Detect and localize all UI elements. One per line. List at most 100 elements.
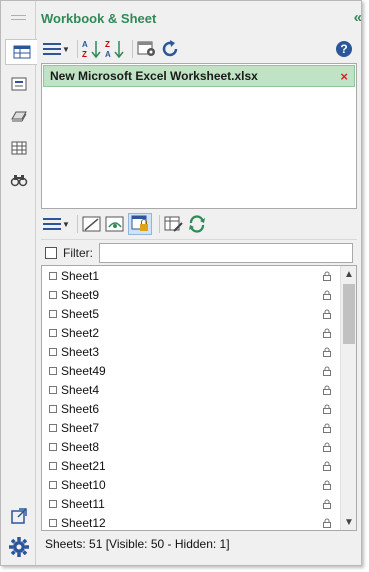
sheet-name: Sheet6 xyxy=(61,401,100,416)
lock-icon[interactable] xyxy=(322,403,332,417)
sheet-row[interactable]: Sheet12 xyxy=(42,513,338,530)
edit-sheet-button[interactable] xyxy=(164,213,184,235)
sheet-visibility-checkbox[interactable] xyxy=(49,347,57,356)
sheet-name: Sheet3 xyxy=(61,344,100,359)
lock-icon[interactable] xyxy=(322,308,332,322)
sheet-row[interactable]: Sheet3 xyxy=(42,342,338,361)
lock-icon[interactable] xyxy=(322,460,332,474)
workbook-sheet-icon[interactable] xyxy=(5,39,37,65)
sheet-name: Sheet5 xyxy=(61,306,100,321)
sheet-visibility-checkbox[interactable] xyxy=(49,290,57,299)
find-replace-icon[interactable] xyxy=(5,167,32,193)
close-workbook-button[interactable]: × xyxy=(340,69,348,84)
refresh-sheets-button[interactable] xyxy=(187,213,207,235)
protect-sheet-button[interactable] xyxy=(127,213,152,235)
lock-icon[interactable] xyxy=(322,289,332,303)
refresh-icon xyxy=(162,40,178,57)
sheet-visibility-checkbox[interactable] xyxy=(49,480,57,489)
sheet-row[interactable]: Sheet6 xyxy=(42,399,338,418)
hide-sheet-icon xyxy=(82,216,101,232)
undock-icon[interactable] xyxy=(5,503,32,529)
sheet-name: Sheet2 xyxy=(61,325,100,340)
sheet-row[interactable]: Sheet10 xyxy=(42,475,338,494)
show-hidden-button[interactable] xyxy=(105,213,125,235)
help-button[interactable]: ? xyxy=(335,38,353,60)
lock-icon[interactable] xyxy=(322,327,332,341)
side-tab-strip xyxy=(1,1,37,565)
list-view-icon xyxy=(43,218,61,230)
settings-gear-icon[interactable] xyxy=(5,534,32,560)
sheet-visibility-checkbox[interactable] xyxy=(49,499,57,508)
lock-icon[interactable] xyxy=(322,498,332,512)
refresh-icon xyxy=(188,215,205,233)
workbook-row[interactable]: New Microsoft Excel Worksheet.xlsx × xyxy=(43,65,355,87)
hide-sheet-button[interactable] xyxy=(82,213,102,235)
workbook-name: New Microsoft Excel Worksheet.xlsx xyxy=(50,69,258,83)
sheet-row[interactable]: Sheet1 xyxy=(42,266,338,285)
toolbar-divider xyxy=(76,40,78,58)
pane-grip[interactable] xyxy=(11,15,26,20)
sheet-list-view-button[interactable]: ▼ xyxy=(43,213,70,235)
lock-icon[interactable] xyxy=(322,441,332,455)
sheet-row[interactable]: Sheet49 xyxy=(42,361,338,380)
refresh-button[interactable] xyxy=(160,38,180,60)
settings-button[interactable] xyxy=(137,38,157,60)
sheet-visibility-checkbox[interactable] xyxy=(49,328,57,337)
toolbar-divider xyxy=(76,215,78,233)
sheet-visibility-checkbox[interactable] xyxy=(49,404,57,413)
sheet-row[interactable]: Sheet8 xyxy=(42,437,338,456)
lock-icon[interactable] xyxy=(322,270,332,284)
sheet-row[interactable]: Sheet21 xyxy=(42,456,338,475)
svg-text:A: A xyxy=(82,40,88,49)
autotext-icon[interactable] xyxy=(5,71,32,97)
sheet-visibility-checkbox[interactable] xyxy=(49,271,57,280)
sheet-toolbar: ▼ xyxy=(37,211,361,237)
collapse-pane-button[interactable]: « xyxy=(354,9,363,26)
lock-icon[interactable] xyxy=(322,479,332,493)
scroll-down-arrow-icon[interactable]: ▼ xyxy=(341,514,356,530)
toolbar-divider xyxy=(131,40,133,58)
filter-checkbox[interactable] xyxy=(45,246,57,259)
sheet-row[interactable]: Sheet4 xyxy=(42,380,338,399)
sheet-visibility-checkbox[interactable] xyxy=(49,518,57,527)
scrollbar-thumb[interactable] xyxy=(343,284,355,344)
sheet-visibility-checkbox[interactable] xyxy=(49,366,57,375)
sort-descending-icon: ZA xyxy=(105,40,124,59)
name-manager-icon[interactable] xyxy=(5,103,32,129)
sheet-row[interactable]: Sheet11 xyxy=(42,494,338,513)
lock-icon[interactable] xyxy=(322,365,332,379)
sheet-visibility-checkbox[interactable] xyxy=(49,442,57,451)
sort-ascending-icon: AZ xyxy=(82,40,101,59)
sheet-name: Sheet1 xyxy=(61,268,100,283)
sheet-row[interactable]: Sheet5 xyxy=(42,304,338,323)
sheet-name: Sheet12 xyxy=(61,515,106,530)
vertical-scrollbar[interactable]: ▲ ▼ xyxy=(340,266,356,530)
sheet-row[interactable]: Sheet9 xyxy=(42,285,338,304)
sheet-name: Sheet9 xyxy=(61,287,100,302)
sheet-name: Sheet8 xyxy=(61,439,100,454)
sheet-visibility-checkbox[interactable] xyxy=(49,423,57,432)
column-list-icon[interactable] xyxy=(5,135,32,161)
list-view-button[interactable]: ▼ xyxy=(43,38,70,60)
sheet-visibility-checkbox[interactable] xyxy=(49,309,57,318)
pane-title: Workbook & Sheet xyxy=(41,11,157,26)
sort-ascending-button[interactable]: AZ xyxy=(82,38,102,60)
settings-icon xyxy=(137,41,155,56)
sheet-visibility-checkbox[interactable] xyxy=(49,385,57,394)
lock-icon[interactable] xyxy=(322,517,332,530)
show-hidden-icon xyxy=(105,216,124,232)
workbook-sheet-pane: Workbook & Sheet « ▼ AZ ZA ? New Microso… xyxy=(0,0,362,566)
filter-input[interactable] xyxy=(99,242,353,263)
sort-descending-button[interactable]: ZA xyxy=(105,38,125,60)
toolbar-divider xyxy=(158,215,160,233)
svg-text:Z: Z xyxy=(82,50,87,59)
scroll-up-arrow-icon[interactable]: ▲ xyxy=(341,266,356,282)
lock-icon[interactable] xyxy=(322,346,332,360)
sheet-row[interactable]: Sheet7 xyxy=(42,418,338,437)
edit-sheet-icon xyxy=(164,216,183,232)
lock-icon[interactable] xyxy=(322,384,332,398)
lock-icon[interactable] xyxy=(322,422,332,436)
sheet-row[interactable]: Sheet2 xyxy=(42,323,338,342)
sheet-name: Sheet7 xyxy=(61,420,100,435)
sheet-visibility-checkbox[interactable] xyxy=(49,461,57,470)
